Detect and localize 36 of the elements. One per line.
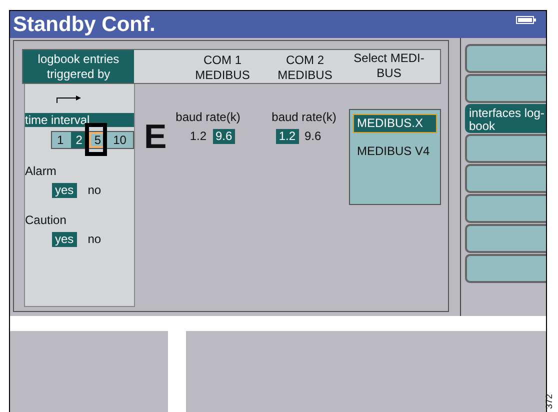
trigger-option[interactable]: no — [84, 232, 104, 247]
interval-option[interactable]: 10 — [108, 132, 132, 148]
side-button[interactable] — [465, 44, 546, 73]
side-button[interactable] — [465, 134, 546, 163]
callout-letter: E — [144, 120, 168, 154]
battery-icon — [516, 16, 536, 24]
time-interval-label: time interval — [25, 113, 134, 127]
baud-rate-option[interactable]: 1.2 — [276, 129, 298, 144]
interval-option[interactable]: 5 — [89, 132, 106, 148]
trigger-option[interactable]: no — [84, 183, 104, 198]
column-heading: COM 2 MEDIBUS — [276, 52, 334, 83]
baud-rate-option[interactable]: 9.6 — [302, 129, 324, 144]
baud-rate-option[interactable]: 9.6 — [212, 129, 236, 144]
column-heading: Select MEDI-BUS — [352, 50, 426, 82]
side-button[interactable] — [465, 194, 546, 223]
trigger-label: Caution — [25, 213, 68, 227]
figure-number: 372 — [545, 394, 555, 409]
side-button[interactable] — [465, 254, 546, 283]
window-title: Standby Conf. — [12, 12, 156, 37]
annotation-bracket — [85, 123, 107, 156]
logbook-heading: logbook entries triggered by — [23, 50, 134, 83]
side-button[interactable]: interfaces log-book — [465, 104, 546, 133]
medibus-option[interactable]: MEDIBUS.X — [353, 114, 437, 133]
baud-rate-label: baud rate(k) — [272, 110, 336, 124]
arrow-icon — [56, 95, 82, 103]
trigger-label: Alarm — [25, 164, 58, 178]
interval-option[interactable]: 1 — [52, 132, 69, 148]
side-button[interactable] — [465, 224, 546, 253]
side-button[interactable] — [465, 74, 546, 103]
trigger-option[interactable]: yes — [52, 183, 77, 198]
medibus-option[interactable]: MEDIBUS V4 — [353, 142, 437, 161]
baud-rate-option[interactable]: 1.2 — [186, 129, 210, 144]
baud-rate-label: baud rate(k) — [176, 110, 240, 124]
side-button[interactable] — [465, 164, 546, 193]
column-heading: COM 1 MEDIBUS — [194, 52, 251, 83]
trigger-option[interactable]: yes — [52, 232, 77, 247]
